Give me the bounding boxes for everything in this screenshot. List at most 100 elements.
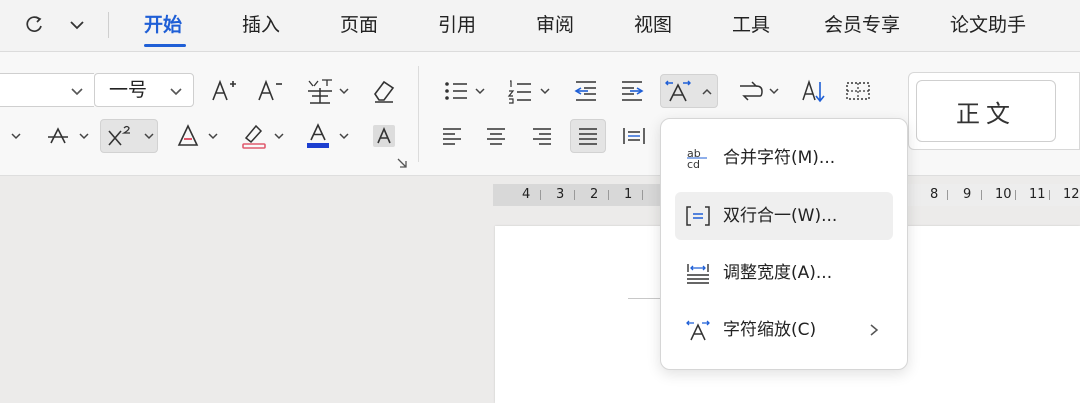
increase-font-size-icon (212, 79, 236, 101)
align-right-button[interactable] (526, 121, 558, 151)
font-size-select[interactable]: 一号 (94, 73, 194, 107)
decrease-font-size-button[interactable] (254, 76, 286, 106)
align-left-button[interactable] (436, 121, 468, 151)
menu-item-label: 字符缩放(C) (723, 320, 817, 340)
font-size-value: 一号 (109, 79, 148, 101)
ruler-left-margin (493, 184, 661, 206)
highlight-button[interactable] (238, 121, 270, 151)
decrease-indent-button[interactable] (570, 76, 602, 106)
chevron-down-icon[interactable] (539, 86, 551, 96)
double-line-combine-icon (685, 204, 711, 228)
decrease-font-size-icon (258, 79, 282, 101)
tab-home[interactable]: 开始 (144, 12, 182, 38)
style-normal-button[interactable]: 正文 (916, 80, 1056, 142)
ruler-number: 2 (590, 187, 599, 202)
character-scale-icon (685, 318, 711, 342)
menu-bar: 开始 插入 页面 引用 审阅 视图 工具 会员专享 论文助手 (0, 0, 1080, 52)
distributed-align-button[interactable] (618, 121, 650, 151)
ruler-number: 9 (963, 187, 972, 202)
text-effects-button[interactable] (172, 121, 204, 151)
chinese-layout-icon (665, 80, 712, 102)
align-center-button[interactable] (480, 121, 512, 151)
character-shading-icon (373, 125, 395, 147)
chevron-down-icon[interactable] (10, 131, 22, 141)
justify-button[interactable] (570, 119, 606, 153)
font-color-icon (307, 123, 329, 148)
ruler-number: 12 (1063, 187, 1080, 202)
tab-view[interactable]: 视图 (634, 12, 672, 38)
tab-paper-assistant[interactable]: 论文助手 (950, 12, 1026, 38)
chevron-down-icon (169, 82, 183, 101)
margin-corner-mark (628, 298, 662, 299)
show-hide-marks-button[interactable] (842, 76, 874, 106)
clear-formatting-button[interactable] (368, 76, 400, 106)
chevron-down-icon[interactable] (207, 131, 219, 141)
chinese-layout-button[interactable] (660, 74, 718, 108)
numbering-button[interactable] (504, 76, 536, 106)
text-direction-button[interactable] (734, 76, 766, 106)
ribbon-group-divider (418, 66, 419, 162)
dialog-launcher-icon[interactable] (396, 154, 408, 168)
chevron-down-icon[interactable] (273, 131, 285, 141)
menu-item-combine-characters[interactable]: ab cd 合并字符(M)... (675, 134, 893, 182)
menu-divider (108, 12, 109, 38)
phonetic-guide-button[interactable] (302, 76, 338, 106)
bullet-list-icon (445, 82, 467, 100)
distributed-align-icon (623, 128, 645, 144)
ruler-tick (642, 190, 643, 200)
align-right-icon (533, 128, 551, 145)
align-center-icon (487, 128, 505, 145)
decrease-indent-icon (574, 81, 596, 101)
text-direction-icon (740, 81, 763, 101)
superscript-button[interactable] (100, 119, 158, 153)
ruler-number: 1 (624, 187, 633, 202)
ruler-tick (608, 190, 609, 200)
tab-tools[interactable]: 工具 (732, 12, 770, 38)
redo-icon[interactable] (22, 12, 48, 38)
ruler-number: 4 (522, 187, 531, 202)
font-color-button[interactable] (302, 121, 334, 151)
strikethrough-button[interactable] (42, 121, 74, 151)
ruler-tick (540, 190, 541, 200)
tab-member[interactable]: 会员专享 (824, 12, 900, 38)
tab-review[interactable]: 审阅 (536, 12, 574, 38)
chevron-right-icon (869, 322, 879, 341)
menu-item-label: 调整宽度(A)... (723, 263, 833, 283)
chevron-down-icon[interactable] (474, 86, 486, 96)
menu-item-label: 双行合一(W)... (723, 206, 838, 226)
increase-font-size-button[interactable] (208, 76, 240, 106)
bullets-button[interactable] (440, 76, 472, 106)
tab-insert[interactable]: 插入 (242, 12, 280, 38)
menu-item-adjust-width[interactable]: 调整宽度(A)... (675, 249, 893, 297)
ruler-number: 10 (995, 187, 1012, 202)
ruler-tick (574, 190, 575, 200)
superscript-icon (108, 125, 154, 146)
chevron-down-icon[interactable] (768, 86, 780, 96)
character-shading-button[interactable] (368, 121, 400, 151)
chevron-down-icon (70, 82, 84, 101)
justify-icon (579, 128, 597, 145)
tab-page[interactable]: 页面 (340, 12, 378, 38)
quick-access-more-icon[interactable] (64, 12, 90, 38)
font-name-select[interactable] (0, 73, 94, 107)
chevron-down-icon[interactable] (338, 131, 350, 141)
chinese-layout-menu: ab cd 合并字符(M)... 双行合一(W)... 调整宽度(A)... 字符… (660, 118, 908, 370)
tab-references[interactable]: 引用 (438, 12, 476, 38)
numbered-list-icon (507, 80, 531, 104)
align-left-icon (443, 128, 461, 145)
menu-item-double-line-combine[interactable]: 双行合一(W)... (675, 192, 893, 240)
chevron-down-icon[interactable] (338, 86, 350, 96)
ruler-number: 11 (1029, 187, 1046, 202)
phonetic-guide-icon (308, 79, 332, 104)
menu-item-character-scale[interactable]: 字符缩放(C) (675, 306, 893, 354)
table-gridlines-icon (846, 82, 870, 100)
sort-button[interactable] (798, 76, 830, 106)
ruler-tick (1049, 190, 1050, 200)
chevron-down-icon[interactable] (78, 131, 90, 141)
ruler-number: 3 (556, 187, 565, 202)
combine-characters-icon: ab cd (685, 146, 711, 171)
increase-indent-button[interactable] (616, 76, 648, 106)
ruler-tick (981, 190, 982, 200)
menu-item-label: 合并字符(M)... (723, 148, 836, 168)
ruler-number: 8 (930, 187, 939, 202)
